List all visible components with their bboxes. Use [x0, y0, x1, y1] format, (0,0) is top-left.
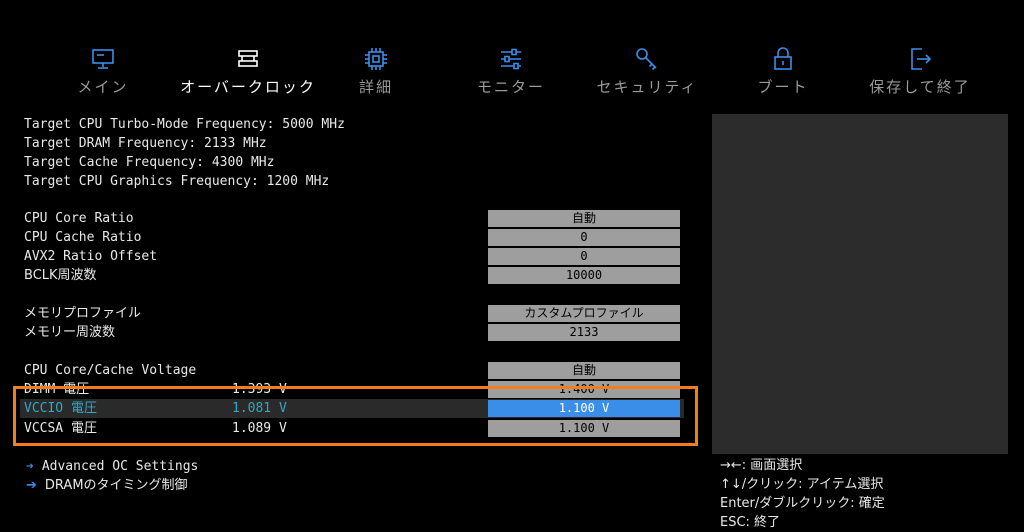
link-label: Advanced OC Settings — [41, 459, 199, 474]
tab-label: メイン — [77, 78, 129, 96]
vccio-current-voltage: 1.081 V — [232, 401, 287, 416]
monitor-icon — [90, 46, 116, 72]
tab-security[interactable]: セキュリティ — [572, 46, 722, 97]
dimm-current-voltage: 1.393 V — [232, 382, 287, 397]
description-panel — [712, 114, 1008, 454]
tab-label: セキュリティ — [596, 78, 698, 96]
target-cpu-turbo-freq: Target CPU Turbo-Mode Frequency: 5000 MH… — [24, 117, 345, 132]
tab-label: 詳細 — [358, 78, 393, 96]
arrow-right-icon: ➔ — [26, 459, 34, 474]
tab-label: オーバークロック — [180, 78, 316, 96]
tab-boot[interactable]: ブート — [708, 46, 858, 97]
tab-main[interactable]: メイン — [28, 46, 178, 97]
vccsa-voltage-row[interactable]: VCCSA 電圧 1.089 V 1.100 V — [20, 419, 684, 438]
cpu-core-ratio-value[interactable]: 自動 — [488, 210, 680, 227]
bclk-row[interactable]: BCLK周波数 10000 — [20, 266, 684, 285]
setting-label: CPU Core Ratio — [24, 211, 134, 226]
tab-label: モニター — [476, 78, 545, 96]
setting-label: VCCSA 電圧 — [24, 421, 97, 436]
sliders-icon — [498, 46, 524, 72]
help-screen-select: →←: 画面選択 — [720, 458, 803, 473]
help-item-select: ↑↓/クリック: アイテム選択 — [720, 477, 884, 492]
setting-label: CPU Core/Cache Voltage — [24, 363, 197, 378]
cpu-core-cache-voltage-row[interactable]: CPU Core/Cache Voltage 自動 — [20, 361, 684, 380]
cpu-chip-icon — [363, 46, 389, 72]
memory-profile-row[interactable]: メモリプロファイル カスタムプロファイル — [20, 304, 684, 323]
dram-timing-control-link[interactable]: ➔ DRAMのタイミング制御 — [26, 476, 188, 495]
dimm-voltage-row[interactable]: DIMM 電圧 1.393 V 1.400 V — [20, 380, 684, 399]
tab-label: 保存して終了 — [869, 78, 971, 96]
avx2-ratio-offset-value[interactable]: 0 — [488, 248, 680, 265]
setting-label: CPU Cache Ratio — [24, 230, 142, 245]
avx2-ratio-offset-row[interactable]: AVX2 Ratio Offset 0 — [20, 247, 684, 266]
setting-label: AVX2 Ratio Offset — [24, 249, 158, 264]
lock-icon — [770, 46, 796, 72]
tab-advanced[interactable]: 詳細 — [301, 46, 451, 97]
target-graphics-freq: Target CPU Graphics Frequency: 1200 MHz — [24, 174, 330, 189]
setting-label: BCLK周波数 — [24, 268, 97, 283]
help-exit: ESC: 終了 — [720, 515, 781, 530]
setting-label: DIMM 電圧 — [24, 382, 90, 397]
memory-frequency-value[interactable]: 2133 — [488, 324, 680, 341]
exit-door-icon — [907, 46, 933, 72]
setting-label: メモリー周波数 — [24, 325, 116, 340]
memory-frequency-row[interactable]: メモリー周波数 2133 — [20, 323, 684, 342]
vccsa-current-voltage: 1.089 V — [232, 421, 287, 436]
memory-module-icon — [235, 46, 261, 72]
tab-label: ブート — [757, 78, 809, 96]
advanced-oc-settings-link[interactable]: ➔ Advanced OC Settings — [26, 457, 198, 476]
target-dram-freq: Target DRAM Frequency: 2133 MHz — [24, 136, 267, 151]
cpu-core-cache-voltage-value[interactable]: 自動 — [488, 362, 680, 379]
bclk-value[interactable]: 10000 — [488, 267, 680, 284]
tab-save-exit[interactable]: 保存して終了 — [845, 46, 995, 97]
arrow-right-icon: ➔ — [26, 478, 37, 493]
cpu-core-ratio-row[interactable]: CPU Core Ratio 自動 — [20, 209, 684, 228]
cpu-cache-ratio-row[interactable]: CPU Cache Ratio 0 — [20, 228, 684, 247]
setting-label: VCCIO 電圧 — [24, 401, 97, 416]
cpu-cache-ratio-value[interactable]: 0 — [488, 229, 680, 246]
vccio-voltage-value[interactable]: 1.100 V — [488, 400, 680, 417]
setting-label: メモリプロファイル — [24, 306, 142, 321]
key-icon — [634, 46, 660, 72]
tab-monitor[interactable]: モニター — [436, 46, 586, 97]
top-nav: メイン オーバークロック 詳細 モニター セキュリティ ブート 保存して終了 — [0, 0, 1024, 108]
target-cache-freq: Target Cache Frequency: 4300 MHz — [24, 155, 275, 170]
memory-profile-value[interactable]: カスタムプロファイル — [488, 305, 680, 322]
link-label: DRAMのタイミング制御 — [44, 478, 188, 493]
dimm-voltage-value[interactable]: 1.400 V — [488, 381, 680, 398]
vccsa-voltage-value[interactable]: 1.100 V — [488, 420, 680, 437]
vccio-voltage-row[interactable]: VCCIO 電圧 1.081 V 1.100 V — [20, 399, 684, 418]
help-confirm: Enter/ダブルクリック: 確定 — [720, 496, 885, 511]
